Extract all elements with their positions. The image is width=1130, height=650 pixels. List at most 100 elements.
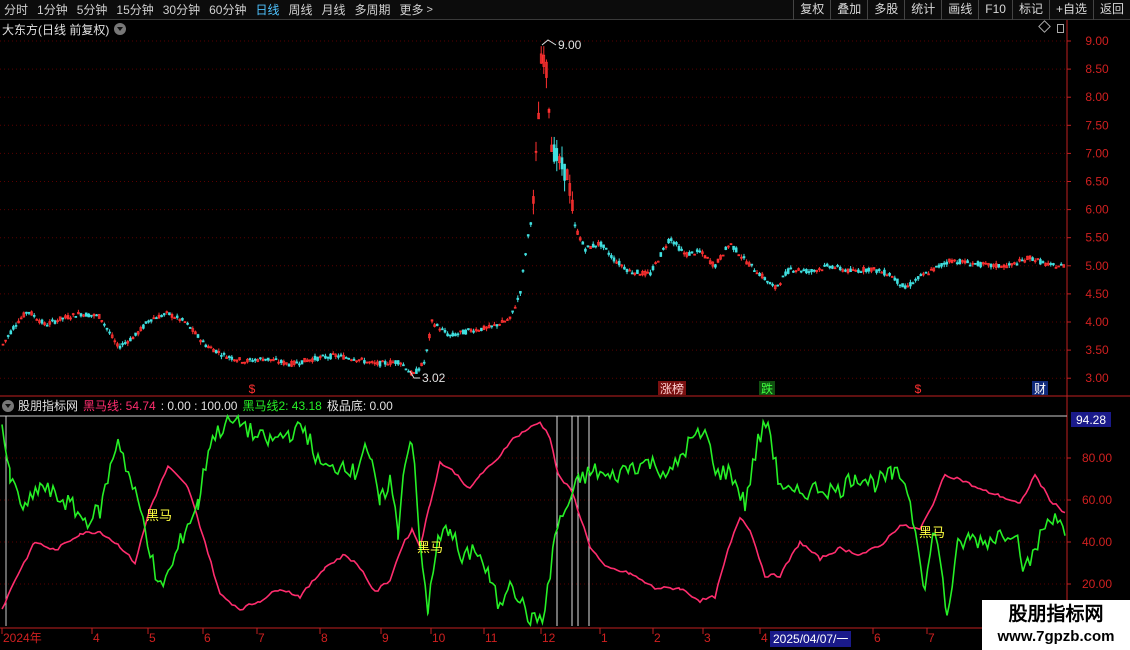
candle-body <box>529 222 533 225</box>
candle-body <box>74 316 78 318</box>
candle-body <box>402 364 405 367</box>
candle-body <box>734 247 738 253</box>
candle-body <box>864 268 868 272</box>
candle-body <box>347 357 351 360</box>
candle-body <box>61 317 65 320</box>
candle-body <box>784 271 787 276</box>
candle-body <box>976 261 980 266</box>
low-price-label: 3.02 <box>422 371 446 385</box>
candle-body <box>586 245 590 248</box>
event-marker-4: 财 <box>1034 382 1046 396</box>
candle-body <box>690 251 694 254</box>
candle-body <box>298 363 301 366</box>
bottom-label: 极品底: 0.00 <box>326 399 393 413</box>
candle-body <box>188 326 192 329</box>
candle-body <box>121 343 124 346</box>
candle-body <box>108 331 111 334</box>
candle-body <box>339 354 343 357</box>
candle-body <box>526 234 530 237</box>
watermark-url: www.7gpzb.com <box>997 628 1115 645</box>
candle-body <box>396 360 400 365</box>
candle-body <box>441 328 444 331</box>
candle-body <box>329 353 332 360</box>
candle-body <box>911 282 915 285</box>
candle-body <box>316 356 319 362</box>
candle-body <box>945 261 949 265</box>
candle-body <box>828 265 832 269</box>
price-tick-label: 6.00 <box>1085 203 1109 217</box>
candle-body <box>25 311 28 314</box>
candle-body <box>883 269 886 276</box>
candle-body <box>680 248 683 251</box>
candle-body <box>394 360 397 364</box>
signal-label-2: 黑马 <box>919 525 945 540</box>
candle-body <box>989 263 993 268</box>
time-label-10: 1 <box>601 631 608 645</box>
signal-label-0: 黑马 <box>146 508 172 523</box>
price-tick-label: 7.50 <box>1085 118 1109 132</box>
candle-body <box>1031 257 1034 261</box>
candle-body <box>667 239 670 244</box>
candle-body <box>337 355 340 358</box>
time-label-5: 8 <box>321 631 328 645</box>
candle-body <box>352 358 356 361</box>
candle-body <box>1020 259 1024 262</box>
chart-canvas[interactable]: 9.00 8.50 8.00 7.50 7.00 6.50 6.00 5.50 5.00 4.50… <box>0 0 1130 650</box>
candle-body <box>935 265 938 268</box>
candle-body <box>781 275 785 278</box>
candle-body <box>1052 263 1055 266</box>
price-tick-label: 5.50 <box>1085 231 1109 245</box>
candle-body <box>266 357 270 361</box>
candle-body <box>940 263 943 267</box>
candle-body <box>698 250 702 253</box>
candle-body <box>966 260 969 264</box>
candle-body <box>594 245 598 248</box>
candle-body <box>979 262 982 268</box>
candle-body <box>259 357 262 360</box>
candle-body <box>942 262 946 265</box>
price-tick-label: 6.50 <box>1085 175 1109 189</box>
candle-body <box>612 257 616 262</box>
candle-body <box>79 313 83 317</box>
candle-body <box>867 267 871 272</box>
candle-body <box>422 361 426 364</box>
candle-body <box>909 282 912 287</box>
candle-body <box>805 268 808 274</box>
price-tick-label: 3.50 <box>1085 343 1109 357</box>
time-label-3: 6 <box>204 631 211 645</box>
candle-body <box>95 314 98 317</box>
line1-label: 黑马线: 54.74 <box>83 399 156 413</box>
candle-body <box>204 344 208 348</box>
price-tick-label: 8.00 <box>1085 90 1109 104</box>
price-tick-label: 4.00 <box>1085 315 1109 329</box>
indicator-axis-label: 40.00 <box>1082 535 1112 549</box>
candle-body <box>695 249 699 252</box>
candle-body <box>732 245 735 250</box>
time-label-15: 7 <box>928 631 935 645</box>
time-label-12: 3 <box>704 631 711 645</box>
candle-body <box>123 342 127 344</box>
candle-body <box>974 262 977 265</box>
candle-body <box>90 314 93 317</box>
candle-body <box>792 270 795 273</box>
candle-body <box>446 333 449 337</box>
candle-body <box>789 267 793 270</box>
candle-body <box>758 273 761 277</box>
indicator-axis-label-top: 94.28 <box>1076 413 1106 427</box>
candle-body <box>768 282 772 285</box>
candle-body <box>274 358 278 361</box>
candle-body <box>214 349 218 354</box>
candle-body <box>968 264 972 267</box>
candle-body <box>584 248 587 252</box>
candle-body <box>480 327 483 332</box>
candle-body <box>924 271 928 274</box>
time-label-7: 10 <box>432 631 446 645</box>
candle-body <box>656 260 660 263</box>
candle-body <box>363 360 366 364</box>
candle-body <box>919 274 923 276</box>
price-tick-label: 3.00 <box>1085 371 1109 385</box>
candle-body <box>118 345 122 349</box>
chevron-down-icon[interactable] <box>2 399 14 412</box>
candle-body <box>443 329 447 333</box>
candle-body <box>129 337 132 342</box>
